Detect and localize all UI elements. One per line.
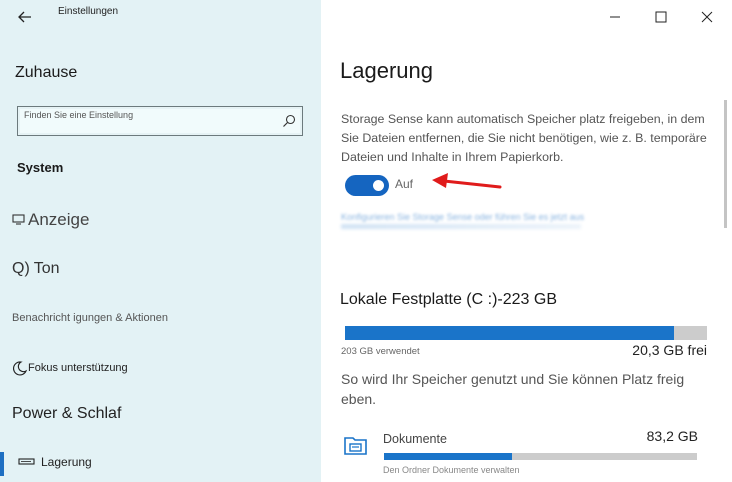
documents-folder-icon (344, 437, 367, 455)
category-documents-size: 83,2 GB (646, 428, 698, 444)
sidebar-item-ton[interactable]: Q) Ton (12, 260, 60, 278)
active-indicator (0, 452, 4, 476)
sidebar-item-label: Fokus unterstützung (28, 362, 128, 374)
sidebar-item-lagerung[interactable]: Lagerung (18, 455, 92, 469)
configure-storage-sense-link[interactable]: Konfigurieren Sie Storage Sense oder füh… (341, 212, 621, 222)
scrollbar[interactable] (724, 100, 727, 228)
speaker-icon: Q) (12, 260, 30, 277)
maximize-icon (655, 11, 667, 23)
sidebar-item-label: Power & Schlaf (12, 405, 122, 422)
sidebar-item-benachrichtigungen[interactable]: Benachricht igungen & Aktionen (12, 312, 168, 324)
sidebar-item-label: Anzeige (28, 210, 90, 229)
search-placeholder: Finden Sie eine Einstellung (24, 110, 134, 120)
red-arrow-annotation (432, 173, 502, 189)
drive-title: Lokale Festplatte (C :)-223 GB (340, 291, 557, 308)
section-title-system: System (17, 160, 64, 175)
storage-sense-toggle[interactable] (345, 175, 389, 196)
minimize-button[interactable] (592, 4, 638, 30)
sidebar-item-label: Lagerung (41, 455, 92, 469)
back-arrow-icon (18, 11, 31, 23)
drive-usage-fill (345, 326, 675, 340)
moon-icon (13, 361, 28, 376)
blurred-link-line (341, 224, 581, 229)
sidebar-item-anzeige[interactable]: Anzeige (12, 210, 89, 230)
category-documents-link[interactable]: Dokumente (383, 432, 447, 446)
close-button[interactable] (684, 4, 730, 30)
sidebar: Einstellungen Zuhause Finden Sie eine Ei… (0, 0, 321, 482)
app-title: Einstellungen (58, 6, 119, 17)
drive-icon (18, 458, 35, 465)
storage-sense-description: Storage Sense kann automatisch Speicher … (341, 112, 707, 164)
close-icon (701, 11, 713, 23)
sidebar-item-fokus[interactable]: Fokus unterstützung (12, 360, 128, 376)
maximize-button[interactable] (638, 4, 684, 30)
back-button[interactable] (12, 6, 38, 28)
category-documents-subtitle: Den Ordner Dokumente verwalten (383, 465, 520, 475)
monitor-icon (12, 214, 25, 225)
drive-usage-bar[interactable] (345, 326, 707, 340)
toggle-state-label: Auf (395, 177, 414, 191)
drive-used-label: 203 GB verwendet (341, 346, 420, 357)
search-input[interactable]: Finden Sie eine Einstellung (17, 106, 303, 136)
category-documents-bar (384, 453, 697, 460)
home-link[interactable]: Zuhause (15, 64, 77, 82)
search-icon[interactable] (282, 114, 296, 128)
drive-free-label: 20,3 GB frei (632, 342, 707, 358)
toggle-knob (373, 180, 384, 191)
page-title: Lagerung (340, 58, 433, 83)
sidebar-item-label: Ton (33, 260, 60, 277)
category-documents-fill (384, 453, 513, 460)
sidebar-item-power[interactable]: Power & Schlaf (12, 405, 121, 423)
sidebar-item-label: Benachricht igungen & Aktionen (12, 312, 168, 324)
usage-description: So wird Ihr Speicher genutzt und Sie kön… (341, 371, 685, 407)
minimize-icon (610, 16, 620, 18)
